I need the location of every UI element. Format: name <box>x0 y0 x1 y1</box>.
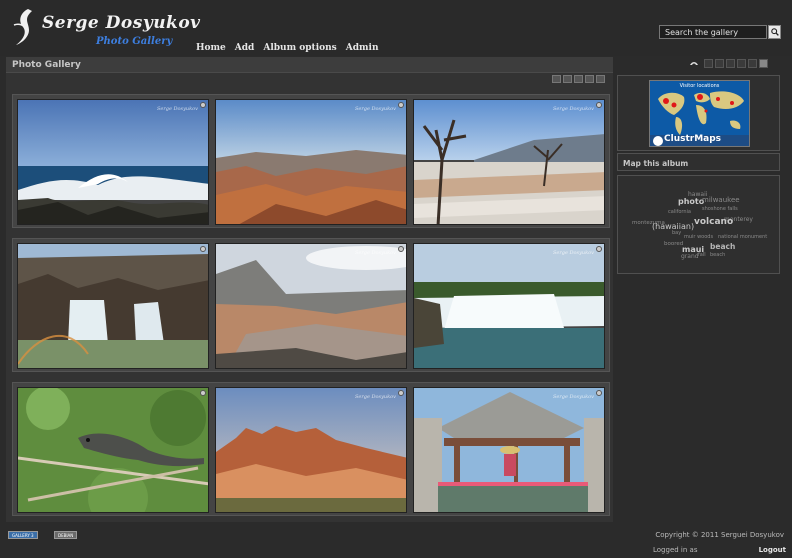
photo-volcanic-crater-image <box>216 244 406 368</box>
nav-add[interactable]: Add <box>235 43 255 53</box>
map-album-title[interactable]: Map this album <box>623 159 688 168</box>
search-button[interactable] <box>768 25 781 39</box>
photo-red-rock-cliffs[interactable]: Serge Dosyukov <box>215 387 407 513</box>
tag-california[interactable]: california <box>668 209 691 215</box>
main-nav: Home Add Album options Admin <box>196 43 379 53</box>
view-toggle-icon[interactable] <box>689 58 699 68</box>
photo-select-icon[interactable] <box>596 102 602 108</box>
gallery-row: Serge Dosyukov Serge Dosyukov <box>12 94 610 228</box>
tag-cloud: hawaii photo milwaukee california shosho… <box>618 176 781 274</box>
sidebar-tool-button[interactable] <box>715 59 724 68</box>
nav-album-options[interactable]: Album options <box>263 43 336 53</box>
site-title[interactable]: Serge Dosyukov <box>42 13 201 33</box>
photo-iguana-image <box>18 388 208 512</box>
photo-select-icon[interactable] <box>398 102 404 108</box>
site-subtitle: Photo Gallery <box>96 36 173 47</box>
search-input[interactable] <box>659 25 767 39</box>
main-title-bar: Photo Gallery <box>6 57 613 73</box>
sidebar-tool-button[interactable] <box>704 59 713 68</box>
map-brand: ClustrMaps <box>664 134 722 144</box>
sidebar-tool-button[interactable] <box>737 59 746 68</box>
photo-select-icon[interactable] <box>596 246 602 252</box>
photo-waterfall-gorge[interactable] <box>17 243 209 369</box>
photo-watermark: Serge Dosyukov <box>354 250 396 256</box>
photo-select-icon[interactable] <box>200 390 206 396</box>
photo-watermark: Serge Dosyukov <box>354 106 396 112</box>
photo-watermark: Serge Dosyukov <box>552 250 594 256</box>
tag-photo[interactable]: photo <box>678 197 704 206</box>
gallery-row: Serge Dosyukov Serge Dosyukov <box>12 382 610 516</box>
sidebar-tool-button[interactable] <box>726 59 735 68</box>
photo-grand-canyon[interactable]: Serge Dosyukov <box>215 99 407 225</box>
photo-select-icon[interactable] <box>200 246 206 252</box>
tag-milwaukee[interactable]: milwaukee <box>702 196 740 204</box>
tag-national-monument[interactable]: national monument <box>718 234 767 240</box>
visitor-map-panel: Visitor locations ClustrMaps <box>617 75 780 151</box>
page-title: Photo Gallery <box>12 60 81 70</box>
photo-watermark: Serge Dosyukov <box>156 106 198 112</box>
sidebar-toolbar <box>704 59 768 68</box>
pager-next-button[interactable] <box>585 75 594 83</box>
photo-red-rock-cliffs-image <box>216 388 406 512</box>
photo-hot-springs-terraces[interactable]: Serge Dosyukov <box>413 99 605 225</box>
photo-watermark: Serge Dosyukov <box>552 106 594 112</box>
photo-ocean-waves-image <box>18 100 208 224</box>
tag-beach[interactable]: beach <box>710 242 735 251</box>
gallery-row: Serge Dosyukov Serge Dosyukov <box>12 238 610 372</box>
photo-ocean-waves[interactable]: Serge Dosyukov <box>17 99 209 225</box>
photo-watermark: Serge Dosyukov <box>552 394 594 400</box>
tag-volcano[interactable]: volcano <box>694 217 733 227</box>
search-icon <box>770 28 779 36</box>
tag-shoshone-falls[interactable]: shoshone falls <box>702 206 738 212</box>
sidebar-tool-button-active[interactable] <box>759 59 768 68</box>
tag-fall[interactable]: fall <box>698 252 706 258</box>
photo-niagara-falls-image <box>414 244 604 368</box>
sidebar-tool-button[interactable] <box>748 59 757 68</box>
photo-select-icon[interactable] <box>398 246 404 252</box>
debian-badge[interactable]: DEBIAN <box>54 531 78 539</box>
map-album-panel[interactable]: Map this album <box>617 153 780 171</box>
photo-gazebo-balcony[interactable]: Serge Dosyukov <box>413 387 605 513</box>
photo-watermark: Serge Dosyukov <box>354 394 396 400</box>
pager <box>552 75 605 83</box>
photo-waterfall-gorge-image <box>18 244 208 368</box>
header: Serge Dosyukov Photo Gallery Home Add Al… <box>0 0 792 56</box>
copyright: Copyright © 2011 Serguei Dosyukov <box>655 531 784 539</box>
photo-iguana[interactable] <box>17 387 209 513</box>
pager-prev-button[interactable] <box>563 75 572 83</box>
photo-select-icon[interactable] <box>596 390 602 396</box>
pager-last-button[interactable] <box>596 75 605 83</box>
footer: GALLERY 3 DEBIAN Copyright © 2011 Sergue… <box>0 525 792 558</box>
photo-hot-springs-terraces-image <box>414 100 604 224</box>
tag-muir-woods[interactable]: muir woods <box>684 234 713 240</box>
photo-grand-canyon-image <box>216 100 406 224</box>
tag-beach-small[interactable]: beach <box>710 252 725 258</box>
photo-select-icon[interactable] <box>200 102 206 108</box>
photo-select-icon[interactable] <box>398 390 404 396</box>
tag-boored[interactable]: boored <box>664 241 683 247</box>
photo-niagara-falls[interactable]: Serge Dosyukov <box>413 243 605 369</box>
tag-cloud-panel: hawaii photo milwaukee california shosho… <box>617 175 780 274</box>
logo-icon[interactable] <box>10 7 40 49</box>
logged-in-label: Logged in as <box>653 546 698 554</box>
photo-volcanic-crater[interactable]: Serge Dosyukov <box>215 243 407 369</box>
nav-admin[interactable]: Admin <box>346 43 379 53</box>
logout-link[interactable]: Logout <box>759 546 786 554</box>
tag-grand[interactable]: grand <box>681 253 699 260</box>
clustrmaps-widget[interactable]: Visitor locations ClustrMaps <box>649 80 750 147</box>
tag-bay[interactable]: bay <box>672 230 681 236</box>
photo-gazebo-balcony-image <box>414 388 604 512</box>
nav-home[interactable]: Home <box>196 43 226 53</box>
pager-slideshow-button[interactable] <box>574 75 583 83</box>
map-label-top: Visitor locations <box>679 83 720 89</box>
pager-first-button[interactable] <box>552 75 561 83</box>
gallery-badge[interactable]: GALLERY 3 <box>8 531 38 539</box>
gallery-main: Photo Gallery Serge Dosyukov Serge Dosyu… <box>6 57 613 522</box>
